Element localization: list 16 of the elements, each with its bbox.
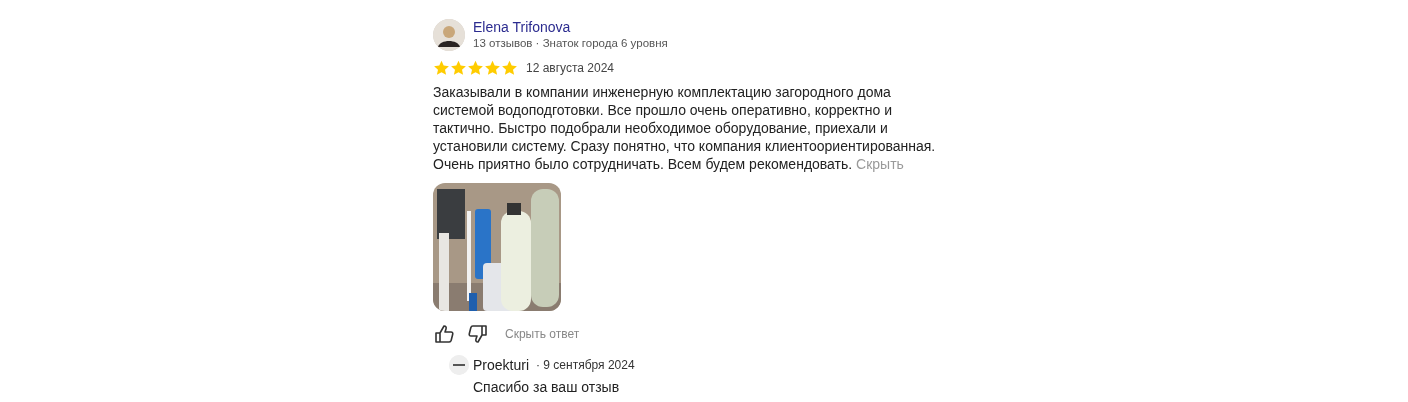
star-icon bbox=[467, 60, 484, 76]
reply-text: Спасибо за ваш отзыв bbox=[473, 379, 621, 395]
reply-author[interactable]: Proekturi bbox=[473, 357, 530, 373]
star-icon bbox=[450, 60, 467, 76]
reply-date: · 9 сентября 2024 bbox=[536, 358, 635, 372]
hide-reply-button[interactable]: Скрыть ответ bbox=[505, 327, 580, 341]
star-icon bbox=[501, 60, 518, 76]
avatar[interactable] bbox=[433, 19, 465, 51]
review-text: Заказывали в компании инженерную комплектацию загородного дома системой водоподготовки. Все прошло очень оперативно, корректно и тактично. Быстро подобрали необходимое оборудование, приехали и установили систему. Сразу понятно, что компания клиентоориентированная. Очень приятно было сотрудничать. Всем будем рекомендовать. Скрыть bbox=[433, 83, 937, 173]
star-icon bbox=[433, 60, 450, 76]
author-meta: 13 отзывов · Знаток города 6 уровня bbox=[473, 36, 668, 51]
review-date: 12 августа 2024 bbox=[526, 61, 615, 75]
thumbs-down-icon[interactable] bbox=[467, 323, 489, 345]
star-icon bbox=[484, 60, 501, 76]
author-name[interactable]: Elena Trifonova bbox=[473, 19, 668, 36]
thumbs-up-icon[interactable] bbox=[433, 323, 455, 345]
